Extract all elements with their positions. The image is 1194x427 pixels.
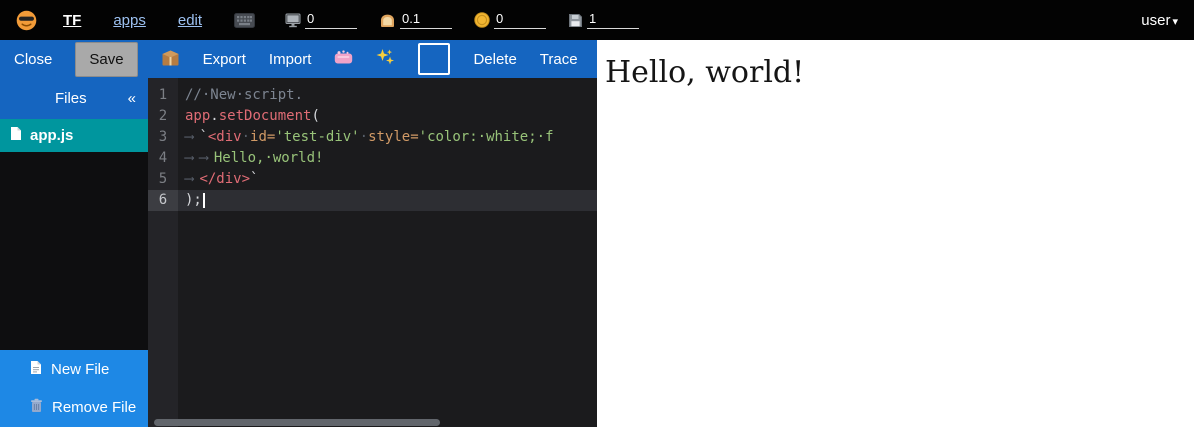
line-number: 2	[148, 106, 178, 127]
code-token: );	[185, 192, 202, 208]
package-icon	[161, 49, 180, 70]
code-line[interactable]: ⟶`<div·id='test-div'·style='color:·white…	[178, 127, 597, 148]
trash-icon	[30, 398, 43, 417]
trace-button[interactable]: Trace	[540, 51, 578, 68]
code-token: ⟶	[199, 150, 213, 166]
stat-monitor: 0	[285, 11, 357, 29]
code-editor[interactable]: 123456 //·New·script.app.setDocument(⟶`<…	[148, 78, 597, 427]
user-menu-label: user	[1141, 12, 1170, 29]
text-cursor	[203, 193, 205, 208]
code-token: app	[185, 108, 210, 124]
collapse-sidebar-button[interactable]: «	[128, 90, 148, 107]
code-line[interactable]: //·New·script.	[178, 85, 597, 106]
nav-link-apps[interactable]: apps	[113, 12, 146, 29]
chevron-down-icon: ▾	[1172, 16, 1178, 28]
code-line[interactable]: );	[178, 190, 597, 211]
code-token: setDocument	[219, 108, 312, 124]
code-token: //·New·script.	[185, 87, 303, 103]
floppy-icon	[568, 13, 583, 28]
stat-floppy: 1	[568, 11, 639, 29]
file-icon	[10, 126, 22, 145]
code-token: `	[199, 129, 207, 145]
code-token: .	[210, 108, 218, 124]
code-line[interactable]: app.setDocument(	[178, 106, 597, 127]
line-number: 4	[148, 148, 178, 169]
soap-button[interactable]	[334, 50, 353, 68]
stat-bread: 0.1	[379, 11, 452, 29]
code-token: (	[311, 108, 319, 124]
main-content: Close Save Export Import Delete Trace Fi…	[0, 40, 1194, 427]
code-line[interactable]: ⟶⟶Hello,·world!	[178, 148, 597, 169]
import-button[interactable]: Import	[269, 51, 312, 68]
blank-swatch-button[interactable]	[418, 43, 450, 75]
keyboard-icon[interactable]	[234, 13, 255, 28]
code-token: ⟶	[185, 171, 199, 187]
topbar: TF apps edit 0 0.1 0 1 user▾	[0, 0, 1194, 40]
code-token: ·	[242, 129, 250, 145]
file-item-label: app.js	[30, 127, 73, 144]
code-token: `	[250, 171, 258, 187]
stat-bread-value[interactable]: 0.1	[400, 11, 452, 29]
stat-coin: 0	[474, 11, 546, 29]
brand-link[interactable]: TF	[63, 12, 81, 29]
code-token: 'test-div'	[275, 129, 359, 145]
horizontal-scrollbar-thumb[interactable]	[154, 419, 440, 426]
files-sidebar: Files « app.js New File	[0, 78, 148, 427]
files-header: Files «	[0, 78, 148, 119]
delete-button[interactable]: Delete	[473, 51, 516, 68]
package-button[interactable]	[161, 49, 180, 70]
smiley-sunglasses-icon[interactable]	[16, 10, 37, 31]
soap-icon	[334, 50, 353, 68]
save-button[interactable]: Save	[75, 42, 137, 77]
bread-icon	[379, 13, 396, 28]
editor-toolbar: Close Save Export Import Delete Trace	[0, 40, 597, 78]
file-item-appjs[interactable]: app.js	[0, 119, 148, 152]
code-token: 'color:·white;·f	[419, 129, 554, 145]
line-number: 6	[148, 190, 178, 211]
code-token: Hello,·world!	[214, 150, 324, 166]
remove-file-label: Remove File	[52, 399, 136, 416]
line-number: 3	[148, 127, 178, 148]
files-header-label: Files	[0, 90, 128, 107]
sparkles-icon	[376, 48, 395, 70]
horizontal-scrollbar[interactable]	[150, 418, 595, 427]
preview-heading: Hello, world!	[605, 55, 1194, 90]
code-token: ⟶	[185, 129, 199, 145]
line-number: 5	[148, 169, 178, 190]
new-file-button[interactable]: New File	[0, 350, 148, 388]
line-number-gutter: 123456	[148, 78, 178, 427]
code-token: </div>	[199, 171, 250, 187]
monitor-icon	[285, 13, 301, 28]
code-token: style=	[368, 129, 419, 145]
code-token: ⟶	[185, 150, 199, 166]
code-token: id=	[250, 129, 275, 145]
remove-file-button[interactable]: Remove File	[0, 388, 148, 427]
stat-coin-value[interactable]: 0	[494, 11, 546, 29]
coin-icon	[474, 12, 490, 28]
export-button[interactable]: Export	[203, 51, 246, 68]
new-file-label: New File	[51, 361, 109, 378]
user-menu[interactable]: user▾	[1141, 12, 1178, 29]
line-number: 1	[148, 85, 178, 106]
stat-monitor-value[interactable]: 0	[305, 11, 357, 29]
stat-floppy-value[interactable]: 1	[587, 11, 639, 29]
sidebar-filler	[0, 152, 148, 350]
sparkles-button[interactable]	[376, 48, 395, 70]
nav-link-edit[interactable]: edit	[178, 12, 202, 29]
preview-pane: Hello, world!	[597, 40, 1194, 427]
close-button[interactable]: Close	[14, 51, 52, 68]
code-token: <div	[208, 129, 242, 145]
code-token: ·	[360, 129, 368, 145]
code-area[interactable]: //·New·script.app.setDocument(⟶`<div·id=…	[178, 78, 597, 427]
editor-panel: Close Save Export Import Delete Trace Fi…	[0, 40, 597, 427]
new-file-icon	[30, 360, 42, 379]
code-line[interactable]: ⟶</div>`	[178, 169, 597, 190]
